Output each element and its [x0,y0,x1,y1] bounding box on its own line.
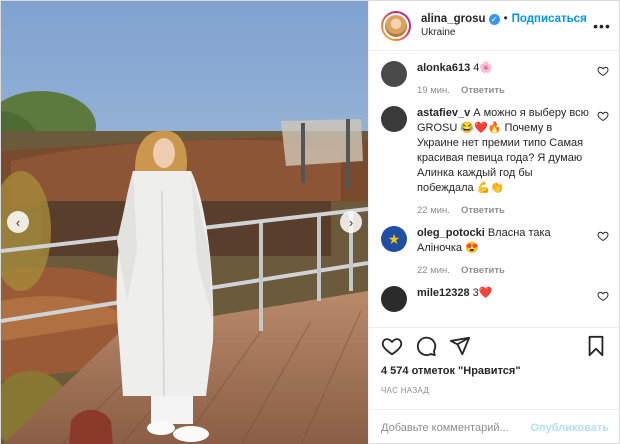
like-comment-heart-icon[interactable] [597,290,609,302]
author-avatar-image [383,12,409,39]
likes-count[interactable]: 4 574 отметок "Нравится" [369,363,619,377]
post-sidebar: alina_grosu ✓ • Подписаться Ukraine ••• … [368,1,619,444]
comment-meta: 19 мин. Ответить [417,85,591,96]
header-separator: • [503,13,508,25]
comment-avatar[interactable]: ★ [381,226,407,252]
add-comment-bar: Опубликовать [369,409,619,444]
reply-button[interactable]: Ответить [461,85,505,96]
comment-item: astafiev_v А можно я выберу всю GROSU 😂❤️… [381,106,609,216]
comment-body: mile12328 3❤️ [417,286,609,312]
author-row: alina_grosu ✓ • Подписаться [421,13,593,25]
post-location[interactable]: Ukraine [421,27,593,38]
save-bookmark-icon[interactable] [585,335,607,357]
chevron-left-icon: ‹ [15,214,21,230]
comment-item: mile12328 3❤️ [381,286,609,312]
like-heart-icon[interactable] [381,335,403,357]
share-paper-plane-icon[interactable] [449,335,471,357]
comment-avatar[interactable] [381,61,407,87]
previous-photo-button[interactable]: ‹ [7,211,29,233]
comment-text-row: alonka613 4🌸 [417,61,591,76]
comment-username[interactable]: mile12328 [417,287,470,299]
comment-text-row: astafiev_v А можно я выберу всю GROSU 😂❤️… [417,106,591,196]
author-username[interactable]: alina_grosu [421,13,486,25]
comment-bubble-icon[interactable] [415,335,437,357]
comment-time[interactable]: 22 мин. [417,265,450,276]
author-info: alina_grosu ✓ • Подписаться Ukraine [421,13,593,38]
comment-username[interactable]: astafiev_v [417,107,470,119]
comment-time[interactable]: 22 мин. [417,205,450,216]
comment-text-row: mile12328 3❤️ [417,286,591,301]
comment-text: 3❤️ [472,287,493,299]
comment-meta: 22 мин. Ответить [417,205,591,216]
like-comment-heart-icon[interactable] [597,110,609,122]
reply-button[interactable]: Ответить [461,265,505,276]
comments-list: alonka613 4🌸 19 мин. Ответить astafiev_v А … [369,51,619,327]
post-header: alina_grosu ✓ • Подписаться Ukraine ••• [369,1,619,51]
comment-username[interactable]: alonka613 [417,62,470,74]
reply-button[interactable]: Ответить [461,205,505,216]
comment-meta: 22 мин. Ответить [417,265,591,276]
verified-badge-icon: ✓ [488,13,500,25]
comment-username[interactable]: oleg_potocki [417,227,485,239]
comment-item: alonka613 4🌸 19 мин. Ответить [381,61,609,96]
instagram-post: ‹ › alina_grosu ✓ • Подписаться Ukraine … [0,0,620,444]
publish-comment-button[interactable]: Опубликовать [530,422,609,434]
more-options-icon[interactable]: ••• [593,18,611,34]
comment-body: astafiev_v А можно я выберу всю GROSU 😂❤️… [417,106,609,216]
comment-body: oleg_potocki Власна така Аліночка 😍 22 ми… [417,226,609,276]
next-photo-button[interactable]: › [340,211,362,233]
post-time[interactable]: ЧАС НАЗАД [369,377,619,395]
comment-avatar[interactable] [381,106,407,132]
comment-avatar[interactable] [381,286,407,312]
like-comment-heart-icon[interactable] [597,230,609,242]
comment-time[interactable]: 19 мин. [417,85,450,96]
chevron-right-icon: › [348,214,354,230]
comment-text-row: oleg_potocki Власна така Аліночка 😍 [417,226,591,256]
comment-item: ★ oleg_potocki Власна така Аліночка 😍 22 … [381,226,609,276]
comment-text: 4🌸 [473,62,494,74]
comment-body: alonka613 4🌸 19 мин. Ответить [417,61,609,96]
comment-text: А можно я выберу всю GROSU 😂❤️🔥 Почему в… [417,107,589,194]
post-actions-bar [369,327,619,363]
photo-scene [1,1,368,444]
post-photo[interactable]: ‹ › [1,1,368,444]
add-comment-input[interactable] [381,421,531,434]
like-comment-heart-icon[interactable] [597,65,609,77]
follow-button[interactable]: Подписаться [512,13,587,25]
author-avatar[interactable] [381,10,411,41]
